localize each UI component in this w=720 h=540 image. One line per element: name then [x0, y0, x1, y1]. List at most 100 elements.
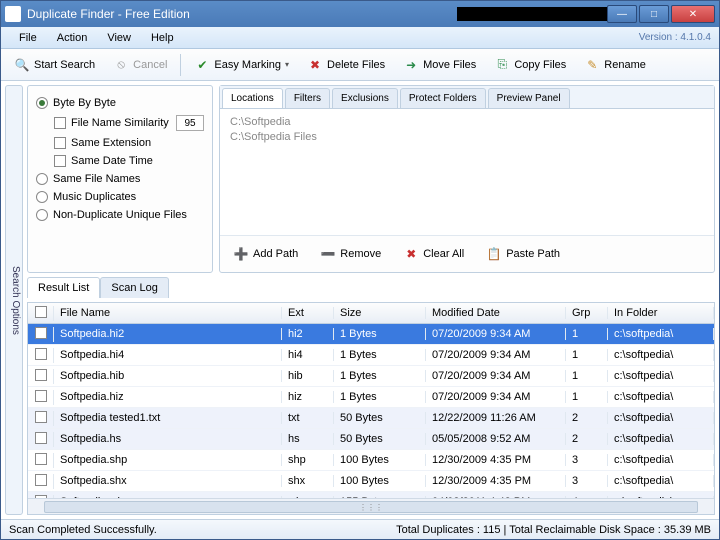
app-window: Duplicate Finder - Free Edition — □ ✕ Fi…	[0, 0, 720, 540]
copy-files-button[interactable]: ⎘Copy Files	[487, 53, 573, 77]
tab-result-list[interactable]: Result List	[27, 277, 100, 298]
option-byte-by-byte[interactable]: Byte By Byte	[36, 94, 204, 112]
checkbox-icon	[54, 137, 66, 149]
minimize-button[interactable]: —	[607, 5, 637, 23]
cell-folder: c:\softpedia\	[608, 433, 714, 445]
tab-exclusions[interactable]: Exclusions	[332, 88, 398, 108]
column-checkbox[interactable]	[28, 306, 54, 321]
cell-grp: 2	[566, 412, 608, 424]
cell-size: 1 Bytes	[334, 349, 426, 361]
close-button[interactable]: ✕	[671, 5, 715, 23]
column-grp[interactable]: Grp	[566, 307, 608, 319]
rename-button[interactable]: ✎Rename	[577, 53, 653, 77]
cell-filename: Softpedia.hiz	[54, 391, 282, 403]
row-checkbox[interactable]	[35, 432, 47, 444]
cell-size: 1 Bytes	[334, 328, 426, 340]
tab-filters[interactable]: Filters	[285, 88, 330, 108]
row-checkbox[interactable]	[35, 453, 47, 465]
table-row[interactable]: Softpedia.hizhiz1 Bytes07/20/2009 9:34 A…	[28, 387, 714, 408]
location-item[interactable]: C:\Softpedia Files	[230, 130, 704, 145]
column-ext[interactable]: Ext	[282, 307, 334, 319]
cell-grp: 3	[566, 454, 608, 466]
location-item[interactable]: C:\Softpedia	[230, 115, 704, 130]
cell-folder: c:\softpedia\	[608, 349, 714, 361]
column-folder[interactable]: In Folder	[608, 307, 714, 319]
status-summary: Total Duplicates : 115 | Total Reclaimab…	[396, 524, 711, 536]
add-path-button[interactable]: ➕Add Path	[226, 242, 305, 266]
cell-size: 100 Bytes	[334, 454, 426, 466]
version-label: Version : 4.1.0.4	[639, 32, 711, 43]
move-label: Move Files	[423, 59, 476, 71]
tab-scan-log[interactable]: Scan Log	[100, 277, 168, 298]
grid-body[interactable]: Softpedia.hi2hi21 Bytes07/20/2009 9:34 A…	[28, 324, 714, 498]
horizontal-scrollbar[interactable]: ⋮⋮⋮	[28, 498, 714, 514]
cell-grp: 3	[566, 475, 608, 487]
titlebar[interactable]: Duplicate Finder - Free Edition — □ ✕	[1, 1, 719, 27]
cell-filename: Softpedia.hi2	[54, 328, 282, 340]
redacted-region	[457, 7, 607, 21]
table-row[interactable]: Softpedia.shpshp100 Bytes12/30/2009 4:35…	[28, 450, 714, 471]
tab-preview-panel[interactable]: Preview Panel	[488, 88, 570, 108]
scrollbar-thumb[interactable]: ⋮⋮⋮	[44, 501, 698, 513]
option-same-file-names[interactable]: Same File Names	[36, 170, 204, 188]
cell-size: 100 Bytes	[334, 475, 426, 487]
menu-help[interactable]: Help	[141, 30, 184, 46]
row-checkbox[interactable]	[35, 327, 47, 339]
separator	[180, 54, 181, 76]
row-checkbox[interactable]	[35, 390, 47, 402]
toolbar: 🔍Start Search ⦸Cancel ✔Easy Marking▾ ✖De…	[1, 49, 719, 81]
similarity-spinner[interactable]	[176, 115, 204, 131]
column-filename[interactable]: File Name	[54, 307, 282, 319]
move-files-button[interactable]: ➜Move Files	[396, 53, 483, 77]
easy-marking-label: Easy Marking	[214, 59, 281, 71]
remove-path-button[interactable]: ➖Remove	[313, 242, 388, 266]
cell-date: 07/20/2009 9:34 AM	[426, 370, 566, 382]
table-row[interactable]: Softpedia.hibhib1 Bytes07/20/2009 9:34 A…	[28, 366, 714, 387]
cell-filename: Softpedia tested1.txt	[54, 412, 282, 424]
locations-list[interactable]: C:\SoftpediaC:\Softpedia Files	[220, 109, 714, 235]
cell-filename: Softpedia.hib	[54, 370, 282, 382]
statusbar: Scan Completed Successfully. Total Dupli…	[1, 519, 719, 539]
table-row[interactable]: Softpedia tested1.txttxt50 Bytes12/22/20…	[28, 408, 714, 429]
cell-ext: hib	[282, 370, 334, 382]
table-row[interactable]: Softpedia.hshs50 Bytes05/05/2008 9:52 AM…	[28, 429, 714, 450]
checkbox-icon	[54, 155, 66, 167]
column-date[interactable]: Modified Date	[426, 307, 566, 319]
result-tab-strip: Result List Scan Log	[27, 277, 715, 298]
maximize-button[interactable]: □	[639, 5, 669, 23]
cancel-button[interactable]: ⦸Cancel	[106, 53, 174, 77]
cell-filename: Softpedia.shp	[54, 454, 282, 466]
start-search-button[interactable]: 🔍Start Search	[7, 53, 102, 77]
tab-locations[interactable]: Locations	[222, 88, 283, 108]
easy-marking-button[interactable]: ✔Easy Marking▾	[187, 53, 296, 77]
cancel-label: Cancel	[133, 59, 167, 71]
cell-filename: Softpedia.hs	[54, 433, 282, 445]
menu-action[interactable]: Action	[47, 30, 98, 46]
delete-files-button[interactable]: ✖Delete Files	[300, 53, 392, 77]
delete-icon: ✖	[307, 57, 323, 73]
table-row[interactable]: Softpedia.hi2hi21 Bytes07/20/2009 9:34 A…	[28, 324, 714, 345]
tab-protect-folders[interactable]: Protect Folders	[400, 88, 486, 108]
column-size[interactable]: Size	[334, 307, 426, 319]
cell-date: 12/30/2009 4:35 PM	[426, 475, 566, 487]
option-name-similarity[interactable]: File Name Similarity	[54, 112, 204, 134]
paste-path-button[interactable]: 📋Paste Path	[479, 242, 567, 266]
table-row[interactable]: Softpedia.shxshx100 Bytes12/30/2009 4:35…	[28, 471, 714, 492]
option-unique-files[interactable]: Non-Duplicate Unique Files	[36, 206, 204, 224]
cell-date: 12/22/2009 11:26 AM	[426, 412, 566, 424]
menu-file[interactable]: File	[9, 30, 47, 46]
option-music-duplicates[interactable]: Music Duplicates	[36, 188, 204, 206]
table-row[interactable]: Softpedia.hi4hi41 Bytes07/20/2009 9:34 A…	[28, 345, 714, 366]
window-title: Duplicate Finder - Free Edition	[27, 7, 457, 21]
cell-date: 07/20/2009 9:34 AM	[426, 349, 566, 361]
clear-all-button[interactable]: ✖Clear All	[396, 242, 471, 266]
row-checkbox[interactable]	[35, 411, 47, 423]
row-checkbox[interactable]	[35, 369, 47, 381]
menu-view[interactable]: View	[97, 30, 141, 46]
option-same-extension[interactable]: Same Extension	[54, 134, 204, 152]
row-checkbox[interactable]	[35, 474, 47, 486]
search-options-tab[interactable]: Search Options	[5, 85, 23, 515]
row-checkbox[interactable]	[35, 348, 47, 360]
music-label: Music Duplicates	[53, 191, 136, 203]
option-same-datetime[interactable]: Same Date Time	[54, 152, 204, 170]
